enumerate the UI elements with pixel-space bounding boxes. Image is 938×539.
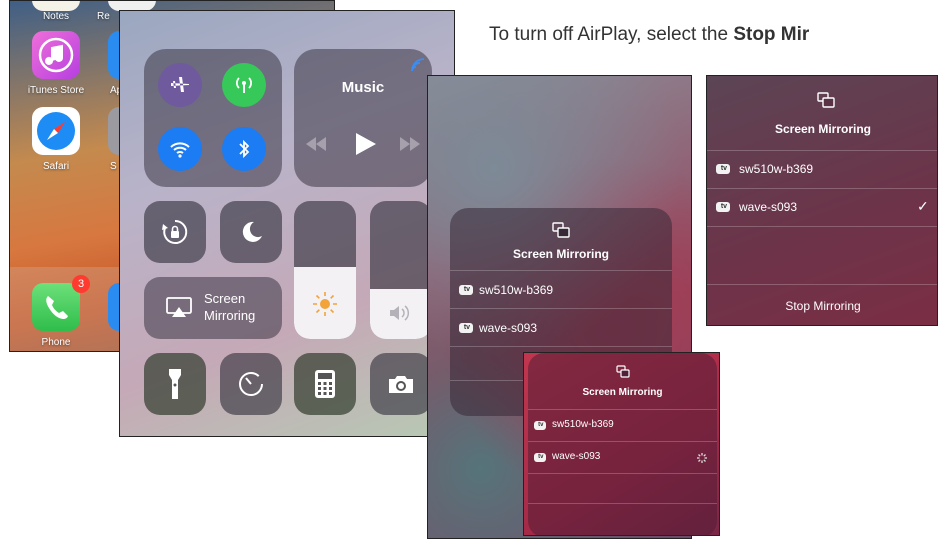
fast-forward-icon[interactable] [400, 137, 420, 151]
connectivity-module [144, 49, 282, 187]
brightness-slider[interactable] [294, 201, 356, 339]
row-divider [707, 284, 937, 285]
speaker-icon [390, 305, 410, 321]
compass-icon [37, 112, 75, 150]
screen-mirroring-icon [616, 365, 630, 378]
notes-app-icon[interactable] [32, 1, 80, 11]
panel-title: Screen Mirroring [512, 247, 610, 261]
apple-tv-icon: tv [459, 285, 473, 295]
rotation-lock-toggle[interactable] [144, 201, 206, 263]
moon-icon [242, 221, 262, 242]
volume-slider[interactable] [370, 201, 432, 339]
screen-mirroring-icon [817, 92, 835, 108]
itunes-store-label: iTunes Store [27, 85, 85, 96]
playback-controls [306, 133, 420, 155]
instruction-bold: Stop Mir [733, 24, 810, 45]
safari-label: Safari [42, 161, 70, 172]
airplay-audio-icon [411, 58, 425, 72]
music-title: Music [341, 79, 385, 96]
airplane-icon [171, 77, 189, 92]
screen-mirroring-panel: Screen Mirroring tv sw510w-b369 tv wave-… [707, 76, 937, 325]
rotation-lock-icon [162, 219, 188, 244]
wifi-icon [170, 142, 190, 158]
stop-mirroring-button[interactable]: Stop Mirroring [707, 299, 937, 313]
music-note-icon [38, 37, 74, 73]
airplane-mode-toggle[interactable] [158, 63, 202, 107]
camera-icon [389, 376, 413, 393]
apple-tv-icon: tv [459, 323, 473, 333]
instruction-text: To turn off AirPlay, select the Stop Mir [489, 24, 938, 46]
panel-title: Screen Mirroring [582, 387, 663, 398]
device-row-1[interactable]: tv sw510w-b369 [528, 409, 717, 442]
device-row-2[interactable]: tv wave-s093 [528, 441, 717, 474]
screen-mirroring-label-line1: Screen [204, 291, 246, 306]
device-name-1: sw510w-b369 [739, 162, 814, 176]
notes-label: Notes [42, 11, 70, 22]
phone-handset-icon [46, 296, 68, 319]
flashlight-button[interactable] [144, 353, 206, 415]
phone-label: Phone [41, 337, 71, 348]
apple-tv-icon: tv [534, 453, 546, 462]
play-icon[interactable] [356, 133, 376, 155]
loading-spinner-icon [697, 453, 707, 463]
do-not-disturb-toggle[interactable] [220, 201, 282, 263]
mirroring-connecting-screenshot: Screen Mirroring tv sw510w-b369 tv wave-… [523, 352, 720, 536]
instruction-plain: To turn off AirPlay, select the [489, 24, 734, 45]
screen-mirroring-button[interactable]: Screen Mirroring [144, 277, 282, 339]
device-row-2[interactable]: tv wave-s093 [450, 308, 672, 347]
apple-tv-icon: tv [716, 202, 730, 212]
bluetooth-icon [239, 139, 250, 159]
device-row-2-selected[interactable]: tv wave-s093 ✓ [707, 188, 937, 227]
itunes-store-app-icon[interactable] [32, 31, 80, 79]
mirroring-connected-screenshot: Screen Mirroring tv sw510w-b369 tv wave-… [706, 75, 938, 326]
row-divider [450, 346, 672, 347]
screen-mirroring-label-line2: Mirroring [204, 308, 256, 323]
control-center-screenshot: Music Screen Mirroring [119, 10, 455, 437]
row-divider [528, 503, 717, 504]
device-name-1: sw510w-b369 [479, 283, 554, 297]
phone-app-icon[interactable] [32, 283, 80, 331]
wifi-toggle[interactable] [158, 127, 202, 171]
timer-icon [239, 372, 263, 396]
cellular-data-toggle[interactable] [222, 63, 266, 107]
apple-tv-icon: tv [716, 164, 730, 174]
safari-app-icon[interactable] [32, 107, 80, 155]
screen-mirroring-icon [166, 297, 192, 317]
device-name-2: wave-s093 [552, 451, 601, 462]
camera-button[interactable] [370, 353, 432, 415]
screen-mirroring-icon [552, 222, 570, 238]
apple-tv-icon: tv [534, 421, 546, 430]
device-name-1: sw510w-b369 [552, 419, 614, 430]
rewind-icon[interactable] [306, 137, 326, 151]
device-name-2: wave-s093 [479, 321, 538, 335]
row-divider [528, 473, 717, 474]
screen-mirroring-panel: Screen Mirroring tv sw510w-b369 tv wave-… [528, 353, 717, 535]
bluetooth-toggle[interactable] [222, 127, 266, 171]
sun-icon [313, 292, 337, 316]
calculator-icon [315, 370, 335, 398]
checkmark-icon: ✓ [917, 198, 929, 214]
timer-button[interactable] [220, 353, 282, 415]
phone-notification-badge: 3 [72, 275, 90, 293]
device-row-1[interactable]: tv sw510w-b369 [707, 150, 937, 189]
panel-title: Screen Mirroring [774, 122, 872, 136]
row-divider [707, 226, 937, 227]
device-name-2: wave-s093 [739, 200, 798, 214]
flashlight-icon [169, 369, 181, 399]
music-module[interactable]: Music [294, 49, 432, 187]
calculator-button[interactable] [294, 353, 356, 415]
device-row-1[interactable]: tv sw510w-b369 [450, 270, 672, 309]
cellular-antenna-icon [236, 77, 252, 93]
